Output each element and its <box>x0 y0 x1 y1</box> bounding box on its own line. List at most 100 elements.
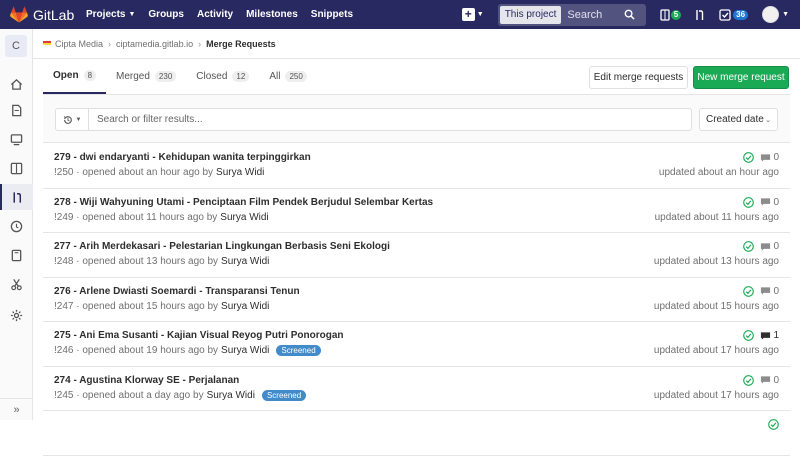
nav-snippets[interactable]: Snippets <box>311 9 353 20</box>
merge-request-opened: · opened about an hour ago by <box>76 167 214 178</box>
comments-link[interactable]: 0 <box>760 241 779 252</box>
nav-groups[interactable]: Groups <box>148 9 184 20</box>
pipeline-passed-icon[interactable] <box>743 196 755 208</box>
merge-request-status: 0 <box>743 286 779 297</box>
todos-count-badge: 36 <box>733 9 749 20</box>
brand-name: GitLab <box>33 6 75 23</box>
comments-link[interactable]: 0 <box>760 197 779 208</box>
double-chevron-right-icon: » <box>13 403 20 416</box>
tab-merged[interactable]: Merged 230 <box>106 59 186 94</box>
nav-milestones[interactable]: Milestones <box>246 9 298 20</box>
new-dropdown-button[interactable]: + ▼ <box>461 6 484 24</box>
comments-count: 0 <box>773 285 779 297</box>
comments-link[interactable]: 0 <box>760 375 779 386</box>
recent-searches-button[interactable]: ▼ <box>56 109 89 130</box>
breadcrumb-project[interactable]: ciptamedia.gitlab.io <box>116 39 193 49</box>
comment-icon <box>761 153 771 162</box>
comments-link[interactable]: 0 <box>760 286 779 297</box>
search-input[interactable] <box>561 8 624 21</box>
label-badge[interactable]: Screened <box>261 389 307 401</box>
merge-request-meta: !247 · opened about 15 hours ago by Sury… <box>54 301 269 312</box>
breadcrumb-group[interactable]: Cipta Media <box>55 39 103 49</box>
user-menu[interactable]: ▼ <box>762 6 789 23</box>
pipeline-passed-icon[interactable] <box>743 285 755 297</box>
search-icon[interactable] <box>624 9 642 20</box>
sidebar-item-settings[interactable] <box>0 302 33 328</box>
sidebar-item-ci-cd[interactable] <box>0 213 33 239</box>
filter-search-input[interactable] <box>89 114 691 125</box>
merge-request-status: 0 <box>743 197 779 208</box>
merge-request-title[interactable]: 278 - Wiji Wahyuning Utami - Penciptaan … <box>54 197 433 208</box>
comment-icon <box>761 331 771 340</box>
top-navbar: GitLab Projects ▼ Groups Activity Milesto… <box>0 0 800 29</box>
collapse-sidebar-button[interactable]: » <box>0 398 33 420</box>
merge-request-updated: updated about 15 hours ago <box>653 300 779 312</box>
sidebar-item-issues[interactable] <box>0 155 33 181</box>
merge-request-title[interactable]: 275 - Ani Ema Susanti - Kajian Visual Re… <box>54 330 344 341</box>
chevron-down-icon: ▼ <box>128 11 136 18</box>
comments-count: 0 <box>773 374 779 386</box>
merge-request-title[interactable]: 277 - Arih Merdekasari - Pelestarian Lin… <box>54 241 390 252</box>
sidebar-item-merge-requests[interactable] <box>0 184 33 210</box>
merge-request-icon <box>696 9 704 20</box>
nav-projects-label: Projects <box>86 9 126 20</box>
sidebar-item-registry[interactable] <box>0 126 33 152</box>
issues-link[interactable]: 5 <box>660 8 682 21</box>
history-icon <box>63 115 72 124</box>
merge-request-title[interactable]: 274 - Agustina Klorway SE - Perjalanan <box>54 375 239 386</box>
breadcrumb-current[interactable]: Merge Requests <box>206 39 276 49</box>
edit-merge-requests-button[interactable]: Edit merge requests <box>589 66 688 89</box>
sidebar-item-project[interactable] <box>0 71 33 97</box>
merge-request-list: 279 - dwi endaryanti - Kehidupan wanita … <box>43 144 790 456</box>
merge-request-updated: updated about 11 hours ago <box>654 211 779 223</box>
merge-request-author[interactable]: Surya Widi <box>216 167 264 178</box>
gitlab-home-link[interactable]: GitLab <box>10 6 86 23</box>
merge-request-status: 0 <box>743 241 779 252</box>
merge-requests-link[interactable] <box>695 9 705 21</box>
merge-request-author[interactable]: Surya Widi <box>221 256 269 267</box>
merge-request-title[interactable]: 276 - Arlene Dwiasti Soemardi - Transpar… <box>54 286 300 297</box>
merge-request-meta: !249 · opened about 11 hours ago by Sury… <box>54 212 269 223</box>
comment-icon <box>761 198 771 206</box>
merge-request-meta: !245 · opened about a day ago by Surya W… <box>54 389 307 401</box>
merge-request-author[interactable]: Surya Widi <box>207 390 255 401</box>
sort-dropdown[interactable]: Created date ⌄ <box>699 108 778 131</box>
todos-link[interactable]: 36 <box>719 8 749 21</box>
project-avatar[interactable]: C <box>5 35 27 57</box>
merge-request-status: 1 <box>743 330 779 341</box>
comments-link[interactable]: 1 <box>760 330 779 341</box>
sidebar-item-repository[interactable] <box>0 97 33 123</box>
merge-request-opened: · opened about 11 hours ago by <box>76 211 218 223</box>
merge-request-author[interactable]: Surya Widi <box>221 345 269 356</box>
new-merge-request-button[interactable]: New merge request <box>693 66 789 89</box>
comment-icon <box>761 376 771 384</box>
tab-merged-count: 230 <box>154 71 177 82</box>
merge-request-author[interactable]: Surya Widi <box>221 301 269 312</box>
merge-request-title[interactable]: 279 - dwi endaryanti - Kehidupan wanita … <box>54 152 311 163</box>
pipeline-passed-icon[interactable] <box>743 241 755 252</box>
tab-merged-label: Merged <box>116 71 150 82</box>
sidebar-item-snippets[interactable] <box>0 271 33 297</box>
comments-link[interactable]: 0 <box>760 152 779 163</box>
main-content: Cipta Media › ciptamedia.gitlab.io › Mer… <box>33 29 800 456</box>
search-scope-badge[interactable]: This project <box>499 5 562 24</box>
pipeline-passed-icon[interactable] <box>743 374 755 386</box>
nav-projects[interactable]: Projects ▼ <box>86 9 135 20</box>
merge-request-author[interactable]: Surya Widi <box>220 212 268 223</box>
merge-request-ref: !250 <box>54 167 74 178</box>
sidebar-item-wiki[interactable] <box>0 242 33 268</box>
chevron-right-icon: › <box>198 38 202 49</box>
tab-all[interactable]: All 250 <box>259 59 316 94</box>
issues-count-badge: 5 <box>670 9 682 20</box>
pipeline-passed-icon[interactable] <box>768 419 779 430</box>
list-item <box>43 411 790 456</box>
tab-closed[interactable]: Closed 12 <box>186 59 259 94</box>
nav-activity[interactable]: Activity <box>197 9 233 20</box>
search-box: This project <box>497 3 646 26</box>
pipeline-passed-icon[interactable] <box>743 330 755 341</box>
merge-request-updated: updated about 17 hours ago <box>653 389 779 401</box>
pipeline-passed-icon[interactable] <box>743 152 755 163</box>
tab-open[interactable]: Open 8 <box>43 59 107 94</box>
merge-request-opened: · opened about 15 hours ago by <box>76 300 219 312</box>
label-badge[interactable]: Screened <box>276 345 321 356</box>
